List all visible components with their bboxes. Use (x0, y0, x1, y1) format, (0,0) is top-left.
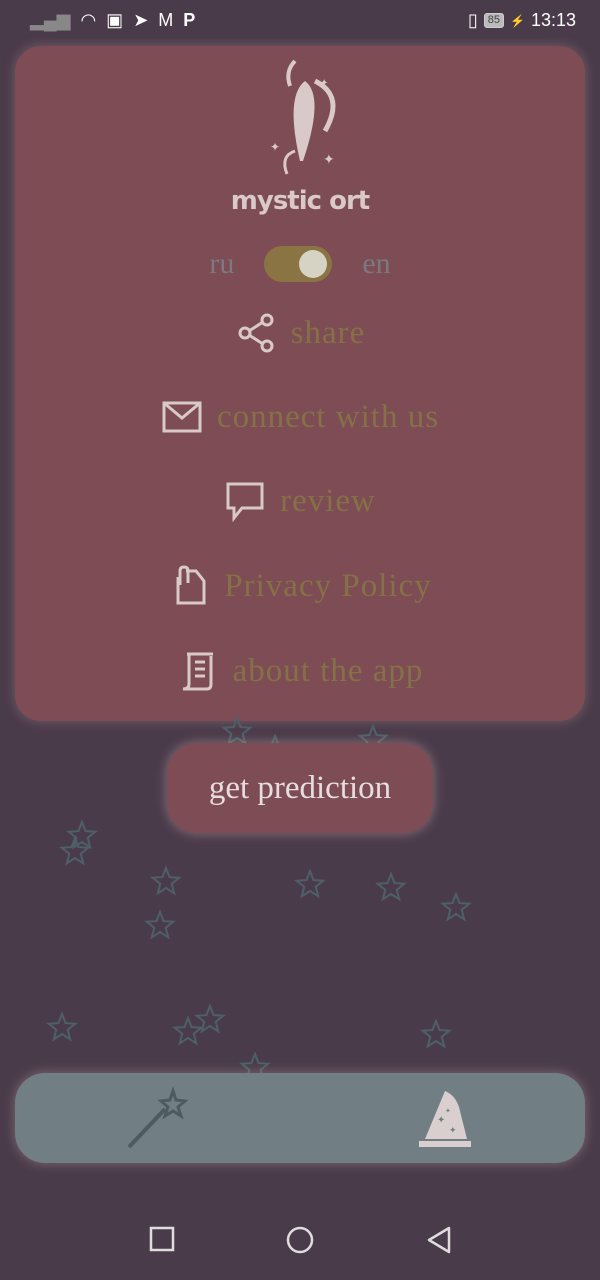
menu-label: about the app (232, 652, 424, 689)
scroll-icon (182, 652, 213, 691)
menu-label: review (280, 482, 376, 519)
toggle-knob (299, 250, 328, 278)
wizard-hat-icon[interactable]: ✦✦✦ (415, 1087, 475, 1151)
recents-button[interactable] (148, 1225, 176, 1253)
star-icon (294, 868, 326, 899)
clock: 13:13 (530, 10, 576, 30)
language-toggle[interactable] (264, 246, 333, 282)
language-switch: ru en (15, 246, 585, 282)
svg-text:✦: ✦ (445, 1107, 451, 1115)
svg-text:✦: ✦ (323, 153, 335, 168)
star-icon (59, 835, 91, 866)
star-icon (194, 1003, 226, 1034)
star-icon (144, 909, 176, 940)
svg-text:✦: ✦ (437, 1115, 445, 1126)
back-button[interactable] (425, 1225, 453, 1255)
lang-ru[interactable]: ru (209, 247, 234, 281)
chat-icon (226, 482, 264, 522)
menu-item-privacy[interactable]: Privacy Policy (15, 565, 585, 607)
menu-card: ✦ ✦ ✦ mystic ort ru en share connect wit… (15, 46, 585, 721)
wifi-icon: ◠ (80, 10, 97, 30)
bottom-nav: ✦ ✦ ✦ (15, 1073, 585, 1163)
share-icon (238, 313, 274, 353)
gmail-icon: M (158, 10, 174, 30)
telegram-icon: ➤ (133, 10, 149, 30)
star-icon (440, 891, 472, 922)
mail-icon (162, 401, 202, 433)
gallery-icon: ▣ (106, 10, 124, 30)
svg-text:✦: ✦ (320, 78, 328, 89)
p-app-icon: P (183, 10, 196, 30)
get-prediction-button[interactable]: get prediction (167, 743, 433, 833)
app-title: mystic ort (230, 186, 370, 216)
menu-item-share[interactable]: share (15, 312, 585, 354)
system-nav (0, 1225, 600, 1265)
lang-en[interactable]: en (362, 247, 390, 281)
star-icon (420, 1018, 452, 1049)
magic-wand-icon[interactable] (125, 1085, 191, 1151)
star-icon (221, 715, 253, 746)
menu-label: Privacy Policy (224, 567, 432, 604)
svg-text:✦: ✦ (270, 140, 280, 154)
charging-icon: ⚡ (510, 13, 525, 28)
menu-item-about[interactable]: about the app (15, 650, 585, 692)
star-icon (46, 1011, 78, 1042)
star-icon (375, 871, 407, 902)
menu-label: share (290, 314, 366, 351)
document-icon (176, 565, 206, 605)
svg-text:✦: ✦ (449, 1125, 457, 1135)
feather-logo-icon: ✦ ✦ ✦ (270, 59, 336, 175)
status-bar: ▂▄▆ ◠ ▣ ➤ M P ▯ 85 ⚡ 13:13 (0, 0, 600, 44)
menu-item-connect[interactable]: connect with us (15, 396, 585, 438)
star-icon (150, 865, 182, 896)
star-icon (172, 1015, 204, 1046)
home-button[interactable] (285, 1225, 315, 1255)
star-icon (66, 819, 98, 850)
vibrate-icon: ▯ (467, 10, 478, 30)
signal-icon: ▂▄▆ (30, 10, 71, 30)
menu-label: connect with us (216, 398, 440, 435)
menu-item-review[interactable]: review (15, 480, 585, 522)
battery-icon: 85 (483, 13, 504, 28)
